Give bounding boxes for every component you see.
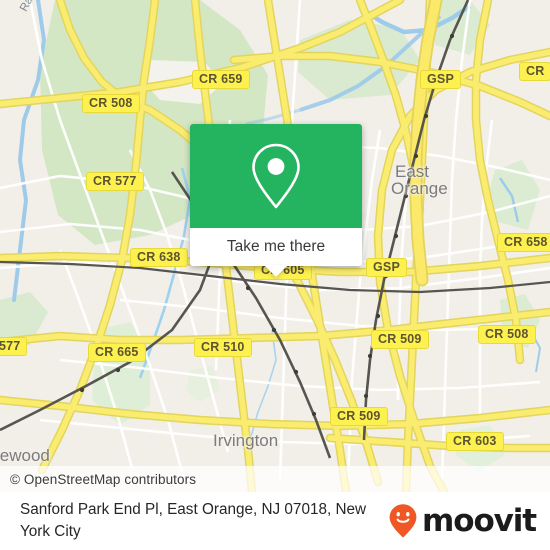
- osm-attribution[interactable]: © OpenStreetMap contributors: [0, 466, 550, 492]
- footer-bar: Sanford Park End Pl, East Orange, NJ 070…: [0, 492, 550, 550]
- road-shield: CR 665: [88, 343, 146, 362]
- moovit-map-page: CR 659 CR 508 GSP CR CR 577 CR 638 CR 65…: [0, 0, 550, 550]
- take-me-there-button[interactable]: Take me there: [190, 228, 362, 277]
- road-shield: GSP: [366, 258, 407, 277]
- road-shield: CR: [519, 62, 550, 81]
- city-label-irvington: Irvington: [213, 431, 279, 450]
- road-shield: CR 508: [82, 94, 140, 113]
- city-label-maplewood: lewood: [0, 446, 50, 465]
- moovit-pin-smiley-icon: [389, 504, 417, 538]
- road-shield: CR 638: [130, 248, 188, 267]
- moovit-logo[interactable]: moovit: [388, 502, 537, 539]
- popup-pin-area: [190, 124, 362, 228]
- map-pin-icon: [252, 143, 300, 209]
- location-popup-card[interactable]: Take me there: [190, 124, 362, 277]
- moovit-wordmark: moovit: [422, 502, 537, 539]
- road-shield: CR 508: [478, 325, 536, 344]
- road-shield: 577: [0, 337, 28, 356]
- osm-attribution-text: © OpenStreetMap contributors: [10, 471, 197, 487]
- popup-tail-pointer: [264, 265, 288, 277]
- road-shield: GSP: [420, 70, 461, 89]
- road-shield: CR 658: [497, 233, 550, 252]
- road-shield: CR 509: [371, 330, 429, 349]
- road-shield: CR 509: [330, 407, 388, 426]
- city-label-east-orange: Orange: [391, 179, 448, 198]
- address-text: Sanford Park End Pl, East Orange, NJ 070…: [20, 501, 367, 540]
- take-me-there-label: Take me there: [226, 238, 326, 255]
- road-shield: CR 577: [86, 172, 144, 191]
- road-shield: CR 510: [194, 338, 252, 357]
- road-shield: CR 603: [446, 432, 504, 451]
- road-shield: CR 659: [192, 70, 250, 89]
- map-canvas[interactable]: CR 659 CR 508 GSP CR CR 577 CR 638 CR 65…: [0, 0, 550, 492]
